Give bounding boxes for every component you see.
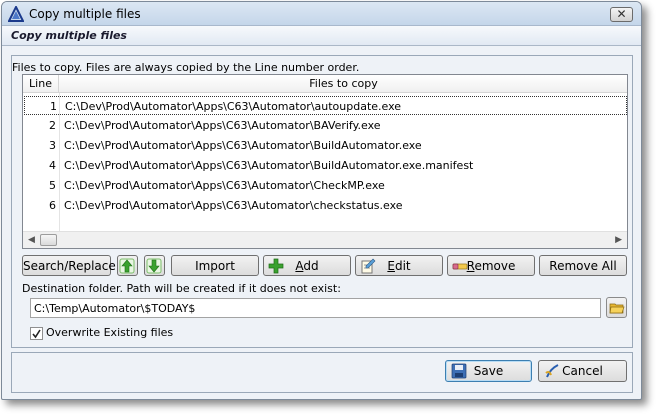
table-row[interactable]: 3 C:\Dev\Prod\Automator\Apps\C63\Automat… xyxy=(24,136,627,155)
row-line-number: 6 xyxy=(49,199,56,212)
row-file-path: C:\Dev\Prod\Automator\Apps\C63\Automator… xyxy=(64,159,474,172)
table-row[interactable]: 1 C:\Dev\Prod\Automator\Apps\C63\Automat… xyxy=(24,96,627,115)
remove-all-button[interactable]: Remove All xyxy=(539,255,627,276)
import-label: Import xyxy=(195,259,235,273)
destination-label: Destination folder. Path will be created… xyxy=(22,282,341,295)
browse-folder-button[interactable] xyxy=(606,297,627,318)
close-icon: ✕ xyxy=(616,7,627,21)
remove-button[interactable]: Remove xyxy=(447,255,535,276)
row-file-path: C:\Dev\Prod\Automator\Apps\C63\Automator… xyxy=(64,179,385,192)
row-line-number: 1 xyxy=(50,100,57,113)
list-header: Line Files to copy xyxy=(23,75,627,93)
search-replace-button[interactable]: Search/Replace xyxy=(22,255,116,276)
overwrite-label[interactable]: Overwrite Existing files xyxy=(46,326,173,339)
destination-input[interactable] xyxy=(30,298,601,318)
row-line-number: 2 xyxy=(49,119,56,132)
title-bar[interactable]: Copy multiple files ✕ xyxy=(2,2,641,26)
table-row[interactable]: 4 C:\Dev\Prod\Automator\Apps\C63\Automat… xyxy=(24,156,627,175)
window-title: Copy multiple files xyxy=(29,7,141,21)
scrollbar-thumb[interactable] xyxy=(40,234,57,246)
files-label: Files to copy. Files are always copied b… xyxy=(12,61,360,74)
import-button[interactable]: Import xyxy=(171,255,259,276)
overwrite-checkbox[interactable] xyxy=(30,327,43,340)
column-header-files[interactable]: Files to copy xyxy=(60,75,627,93)
column-header-line[interactable]: Line xyxy=(23,75,59,93)
green-arrow-down-icon xyxy=(146,258,162,274)
row-line-number: 5 xyxy=(49,179,56,192)
row-line-number: 4 xyxy=(49,159,56,172)
edit-label: Edit xyxy=(387,259,411,273)
edit-button[interactable]: Edit xyxy=(355,255,443,276)
dialog-window: Copy multiple files ✕ Copy multiple file… xyxy=(1,1,642,400)
save-label: Save xyxy=(473,364,504,378)
table-row[interactable]: 2 C:\Dev\Prod\Automator\Apps\C63\Automat… xyxy=(24,116,627,135)
remove-all-label: Remove All xyxy=(549,259,617,273)
row-file-path: C:\Dev\Prod\Automator\Apps\C63\Automator… xyxy=(64,199,403,212)
move-up-button[interactable] xyxy=(117,255,138,276)
save-button[interactable]: Save xyxy=(445,360,532,382)
scroll-left-icon[interactable]: ◀ xyxy=(28,235,35,245)
scroll-right-icon[interactable]: ▶ xyxy=(615,235,622,245)
folder-open-icon xyxy=(609,303,625,314)
checkmark-icon xyxy=(32,329,41,339)
close-button[interactable]: ✕ xyxy=(610,7,633,22)
triangle-logo-icon xyxy=(8,6,24,22)
table-row[interactable]: 6 C:\Dev\Prod\Automator\Apps\C63\Automat… xyxy=(24,196,627,215)
add-button[interactable]: Add xyxy=(263,255,351,276)
cancel-button[interactable]: Cancel xyxy=(538,360,627,382)
green-arrow-up-icon xyxy=(119,258,135,274)
search-replace-label: Search/Replace xyxy=(23,259,116,273)
dialog-header-title: Copy multiple files xyxy=(11,29,127,42)
move-down-button[interactable] xyxy=(144,255,165,276)
row-file-path: C:\Dev\Prod\Automator\Apps\C63\Automator… xyxy=(64,119,381,132)
dialog-header: Copy multiple files xyxy=(2,26,641,46)
horizontal-scrollbar[interactable]: ◀ ▶ xyxy=(23,231,627,248)
row-file-path: C:\Dev\Prod\Automator\Apps\C63\Automator… xyxy=(65,100,402,113)
remove-label: Remove xyxy=(466,259,516,273)
files-list[interactable]: Line Files to copy 1 C:\Dev\Prod\Automat… xyxy=(22,74,628,249)
table-row[interactable]: 5 C:\Dev\Prod\Automator\Apps\C63\Automat… xyxy=(24,176,627,195)
row-line-number: 3 xyxy=(49,139,56,152)
cancel-label: Cancel xyxy=(562,364,603,378)
add-label: Add xyxy=(295,259,319,273)
row-file-path: C:\Dev\Prod\Automator\Apps\C63\Automator… xyxy=(64,139,422,152)
